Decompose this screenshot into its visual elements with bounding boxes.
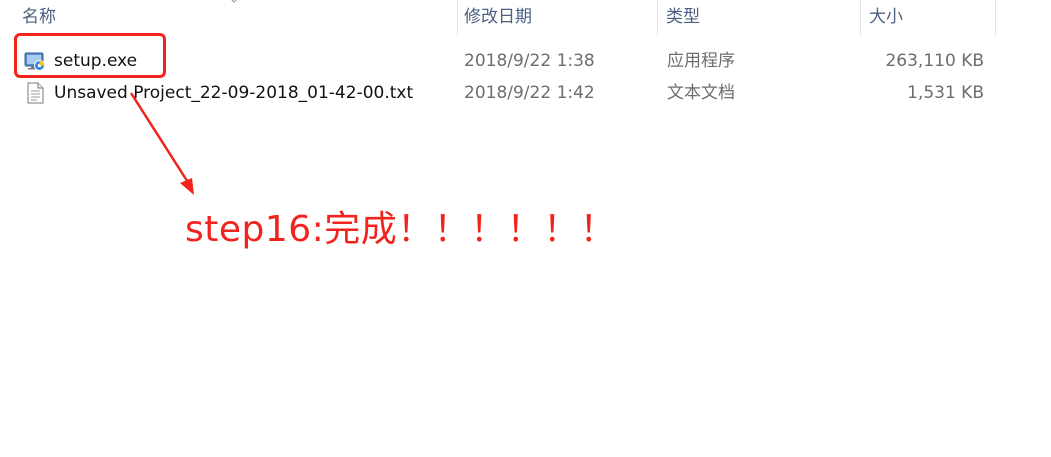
column-divider[interactable] xyxy=(995,0,996,36)
annotation-text: step16:完成！！！！！！ xyxy=(185,209,617,250)
file-size: 263,110 KB xyxy=(885,51,984,71)
setup-exe-icon xyxy=(24,52,45,71)
column-header-modified[interactable]: 修改日期 xyxy=(458,0,658,36)
column-header-bar: 名称 修改日期 类型 大小 xyxy=(0,0,1051,36)
text-document-icon xyxy=(27,82,44,104)
column-divider[interactable] xyxy=(657,0,658,36)
file-name[interactable]: Unsaved Project_22-09-2018_01-42-00.txt xyxy=(54,77,413,109)
column-header-size[interactable]: 大小 xyxy=(863,0,995,36)
file-row-unsaved-project-txt[interactable]: Unsaved Project_22-09-2018_01-42-00.txt … xyxy=(0,77,1051,109)
column-divider[interactable] xyxy=(860,0,861,36)
file-size: 1,531 KB xyxy=(907,83,984,103)
file-name[interactable]: setup.exe xyxy=(54,45,137,77)
file-row-setup-exe[interactable]: setup.exe 2018/9/22 1:38 应用程序 263,110 KB xyxy=(0,45,1051,77)
file-modified-date: 2018/9/22 1:42 xyxy=(464,83,595,103)
column-header-name[interactable]: 名称 xyxy=(16,0,456,36)
column-header-type[interactable]: 类型 xyxy=(660,0,860,36)
file-type: 应用程序 xyxy=(667,51,735,71)
file-type: 文本文档 xyxy=(667,83,735,103)
file-modified-date: 2018/9/22 1:38 xyxy=(464,51,595,71)
